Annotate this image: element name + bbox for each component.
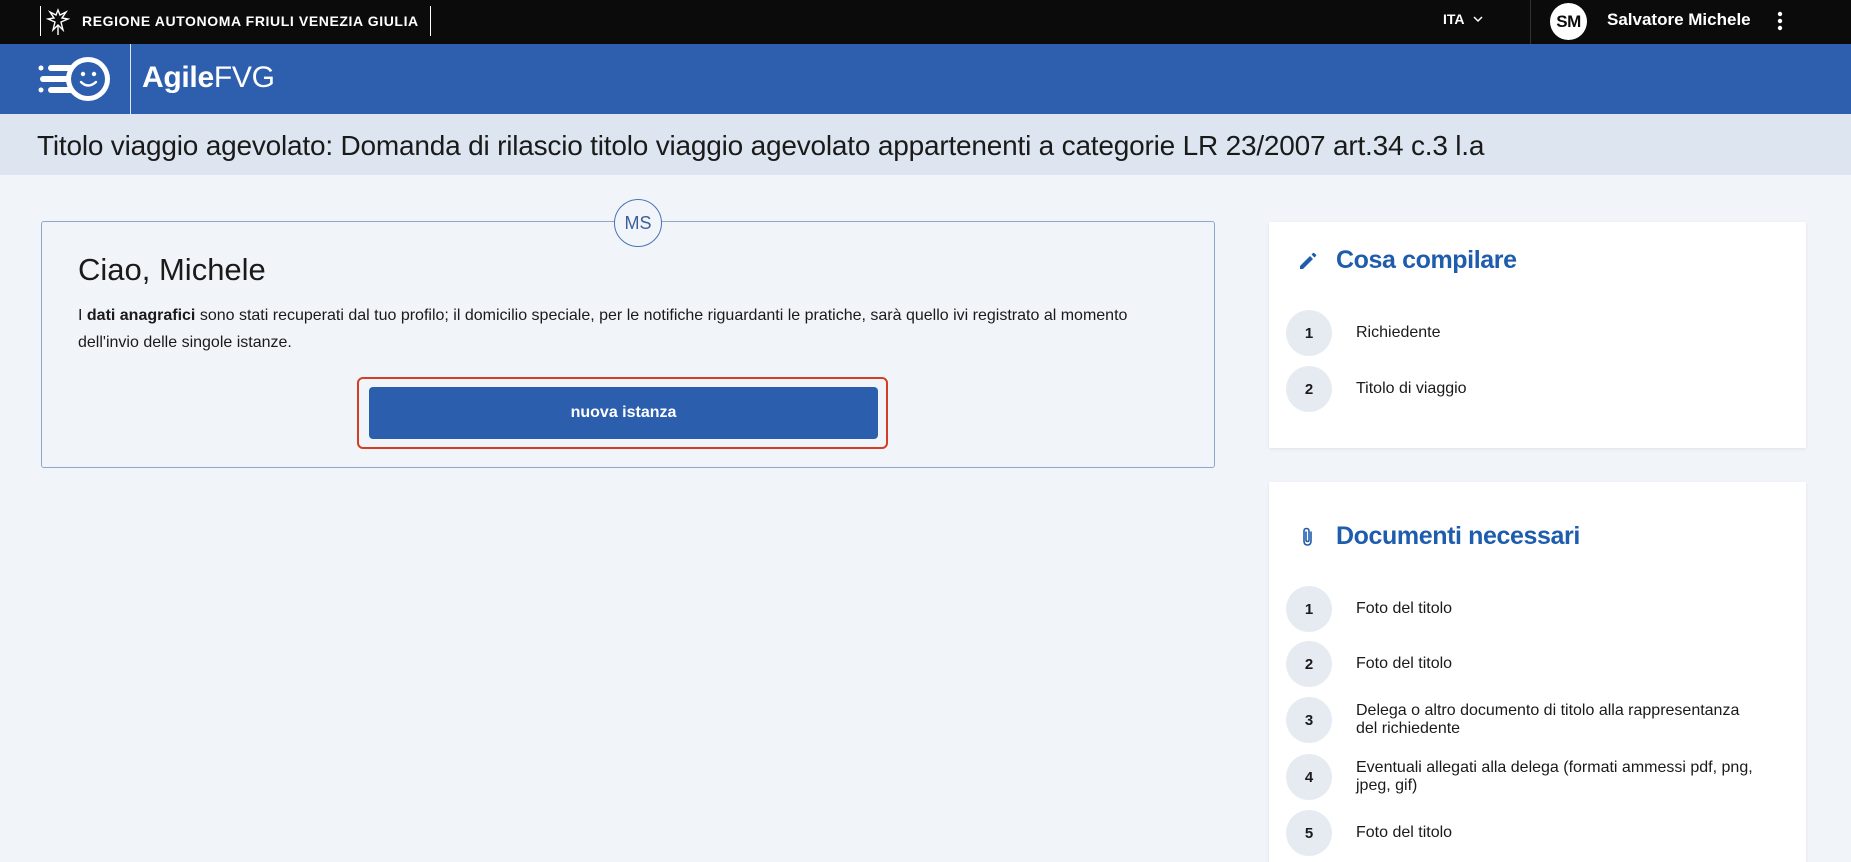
list-item: 4 Eventuali allegati alla delega (format… bbox=[1286, 754, 1756, 800]
divider bbox=[430, 6, 431, 36]
panel-title: Documenti necessari bbox=[1336, 522, 1580, 550]
list-item: 2 Titolo di viaggio bbox=[1286, 366, 1756, 412]
brand-name[interactable]: AgileFVG bbox=[142, 61, 275, 95]
step-label: Richiedente bbox=[1356, 324, 1441, 341]
required-documents-panel: Documenti necessari 1 Foto del titolo 2 … bbox=[1269, 482, 1806, 862]
divider bbox=[40, 6, 41, 36]
document-label: Foto del titolo bbox=[1356, 655, 1453, 672]
user-initials-badge: MS bbox=[614, 199, 662, 247]
agilefvg-smiley-logo-icon[interactable] bbox=[38, 52, 122, 106]
info-bold: dati anagrafici bbox=[86, 307, 196, 324]
paperclip-icon bbox=[1303, 527, 1312, 546]
list-item: 5 Foto del titolo bbox=[1286, 810, 1756, 856]
step-number: 2 bbox=[1286, 641, 1332, 687]
user-avatar[interactable]: SM bbox=[1550, 3, 1587, 40]
brand-name-bold: Agile bbox=[142, 61, 214, 94]
divider bbox=[130, 44, 131, 114]
pencil-icon bbox=[1300, 252, 1317, 269]
what-to-fill-panel: Cosa compilare 1 Richiedente 2 Titolo di… bbox=[1269, 222, 1806, 448]
document-label: Foto del titolo bbox=[1356, 824, 1453, 841]
list-item: 1 Richiedente bbox=[1286, 310, 1756, 356]
info-rest: sono stati recuperati dal tuo profilo; i… bbox=[78, 307, 1128, 351]
brand-header: AgileFVG bbox=[0, 44, 1851, 114]
language-selector[interactable]: ITA bbox=[1443, 11, 1483, 27]
list-item: 2 Foto del titolo bbox=[1286, 641, 1756, 687]
info-prefix: I bbox=[78, 307, 87, 324]
list-item: 1 Foto del titolo bbox=[1286, 586, 1756, 632]
user-name[interactable]: Salvatore Michele bbox=[1607, 10, 1751, 30]
top-bar: REGIONE AUTONOMA FRIULI VENEZIA GIULIA I… bbox=[0, 0, 1851, 44]
chevron-down-icon bbox=[1472, 16, 1483, 23]
panel-header: Cosa compilare bbox=[1297, 246, 1517, 275]
region-name[interactable]: REGIONE AUTONOMA FRIULI VENEZIA GIULIA bbox=[82, 13, 419, 29]
region-eagle-logo-icon bbox=[46, 8, 70, 35]
brand-name-light: FVG bbox=[213, 61, 275, 94]
step-number: 3 bbox=[1286, 697, 1332, 743]
panel-title: Cosa compilare bbox=[1336, 246, 1517, 274]
page-title: Titolo viaggio agevolato: Domanda di ril… bbox=[37, 130, 1485, 161]
step-number: 1 bbox=[1286, 310, 1332, 356]
profile-info-text: I dati anagrafici sono stati recuperati … bbox=[78, 302, 1188, 356]
step-label: Titolo di viaggio bbox=[1356, 380, 1467, 397]
list-item: 3 Delega o altro documento di titolo all… bbox=[1286, 697, 1756, 743]
title-bar: Titolo viaggio agevolato: Domanda di ril… bbox=[0, 114, 1851, 175]
step-number: 2 bbox=[1286, 366, 1332, 412]
panel-header: Documenti necessari bbox=[1297, 522, 1580, 551]
new-application-button[interactable]: nuova istanza bbox=[369, 387, 878, 439]
document-label: Foto del titolo bbox=[1356, 600, 1453, 617]
document-label: Eventuali allegati alla delega (formati … bbox=[1356, 759, 1753, 794]
step-number: 1 bbox=[1286, 586, 1332, 632]
language-label: ITA bbox=[1443, 11, 1465, 27]
greeting-heading: Ciao, Michele bbox=[78, 252, 266, 287]
document-label: Delega o altro documento di titolo alla … bbox=[1356, 702, 1740, 737]
step-number: 4 bbox=[1286, 754, 1332, 800]
divider bbox=[1530, 0, 1531, 44]
more-options-icon[interactable] bbox=[1770, 8, 1790, 36]
step-number: 5 bbox=[1286, 810, 1332, 856]
